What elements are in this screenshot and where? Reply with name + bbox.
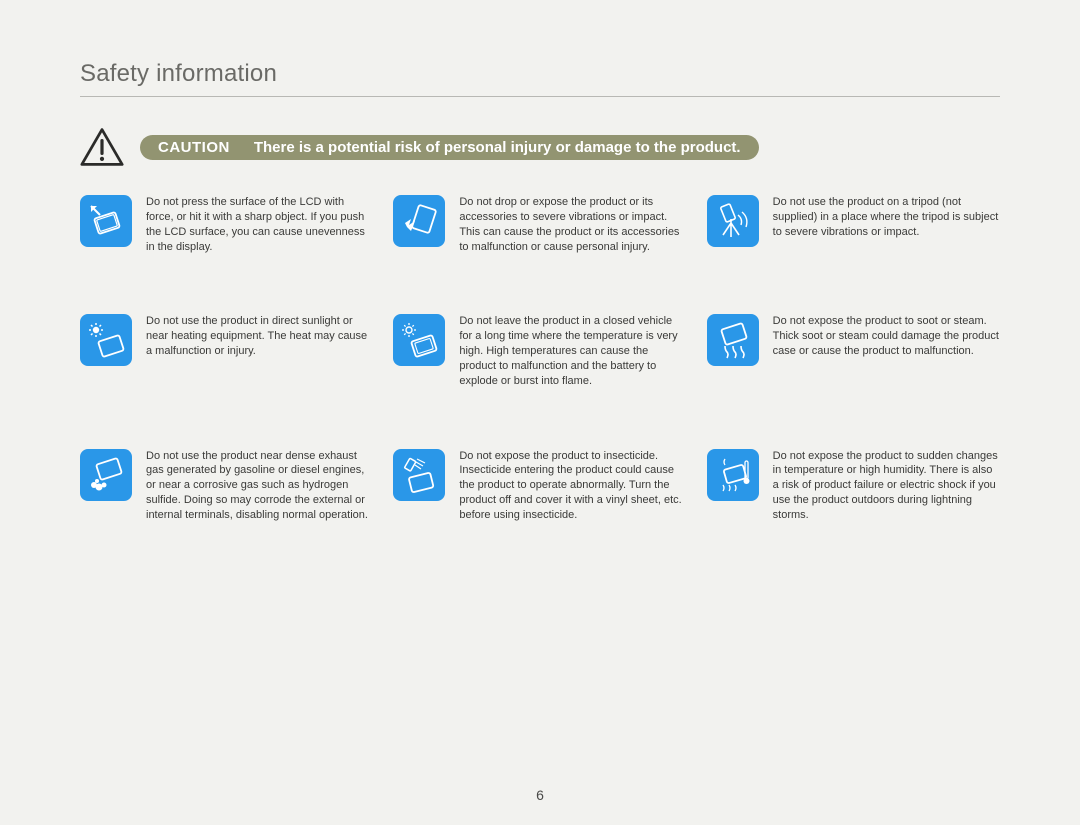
caution-item: Do not leave the product in a closed veh… (393, 314, 686, 388)
temp-humidity-icon (707, 449, 759, 501)
caution-item: Do not use the product in direct sunligh… (80, 314, 373, 388)
hot-car-icon (393, 314, 445, 366)
caution-label: CAUTION (158, 139, 230, 156)
page-number: 6 (0, 787, 1080, 803)
caution-item-text: Do not expose the product to sudden chan… (773, 449, 1000, 523)
caution-item-text: Do not use the product in direct sunligh… (146, 314, 373, 359)
page-title: Safety information (80, 60, 1000, 88)
caution-text: There is a potential risk of personal in… (254, 139, 741, 156)
caution-item: Do not use the product near dense exhaus… (80, 449, 373, 523)
caution-row: CAUTION There is a potential risk of per… (80, 127, 1000, 167)
warning-icon (80, 127, 124, 167)
steam-icon (707, 314, 759, 366)
caution-item-text: Do not expose the product to soot or ste… (773, 314, 1000, 359)
caution-item-text: Do not drop or expose the product or its… (459, 195, 686, 254)
caution-item-text: Do not leave the product in a closed veh… (459, 314, 686, 388)
caution-grid: Do not press the surface of the LCD with… (80, 195, 1000, 523)
sun-heat-icon (80, 314, 132, 366)
lcd-press-icon (80, 195, 132, 247)
caution-item: Do not expose the product to insecticide… (393, 449, 686, 523)
caution-item-text: Do not use the product near dense exhaus… (146, 449, 373, 523)
caution-item-text: Do not expose the product to insecticide… (459, 449, 686, 523)
exhaust-gas-icon (80, 449, 132, 501)
caution-item: Do not expose the product to sudden chan… (707, 449, 1000, 523)
caution-item: Do not press the surface of the LCD with… (80, 195, 373, 254)
caution-item-text: Do not press the surface of the LCD with… (146, 195, 373, 254)
caution-item: Do not expose the product to soot or ste… (707, 314, 1000, 388)
caution-bar: CAUTION There is a potential risk of per… (140, 135, 759, 160)
title-divider (80, 96, 1000, 97)
caution-item: Do not drop or expose the product or its… (393, 195, 686, 254)
caution-item: Do not use the product on a tripod (not … (707, 195, 1000, 254)
drop-impact-icon (393, 195, 445, 247)
tripod-icon (707, 195, 759, 247)
insecticide-icon (393, 449, 445, 501)
caution-item-text: Do not use the product on a tripod (not … (773, 195, 1000, 240)
